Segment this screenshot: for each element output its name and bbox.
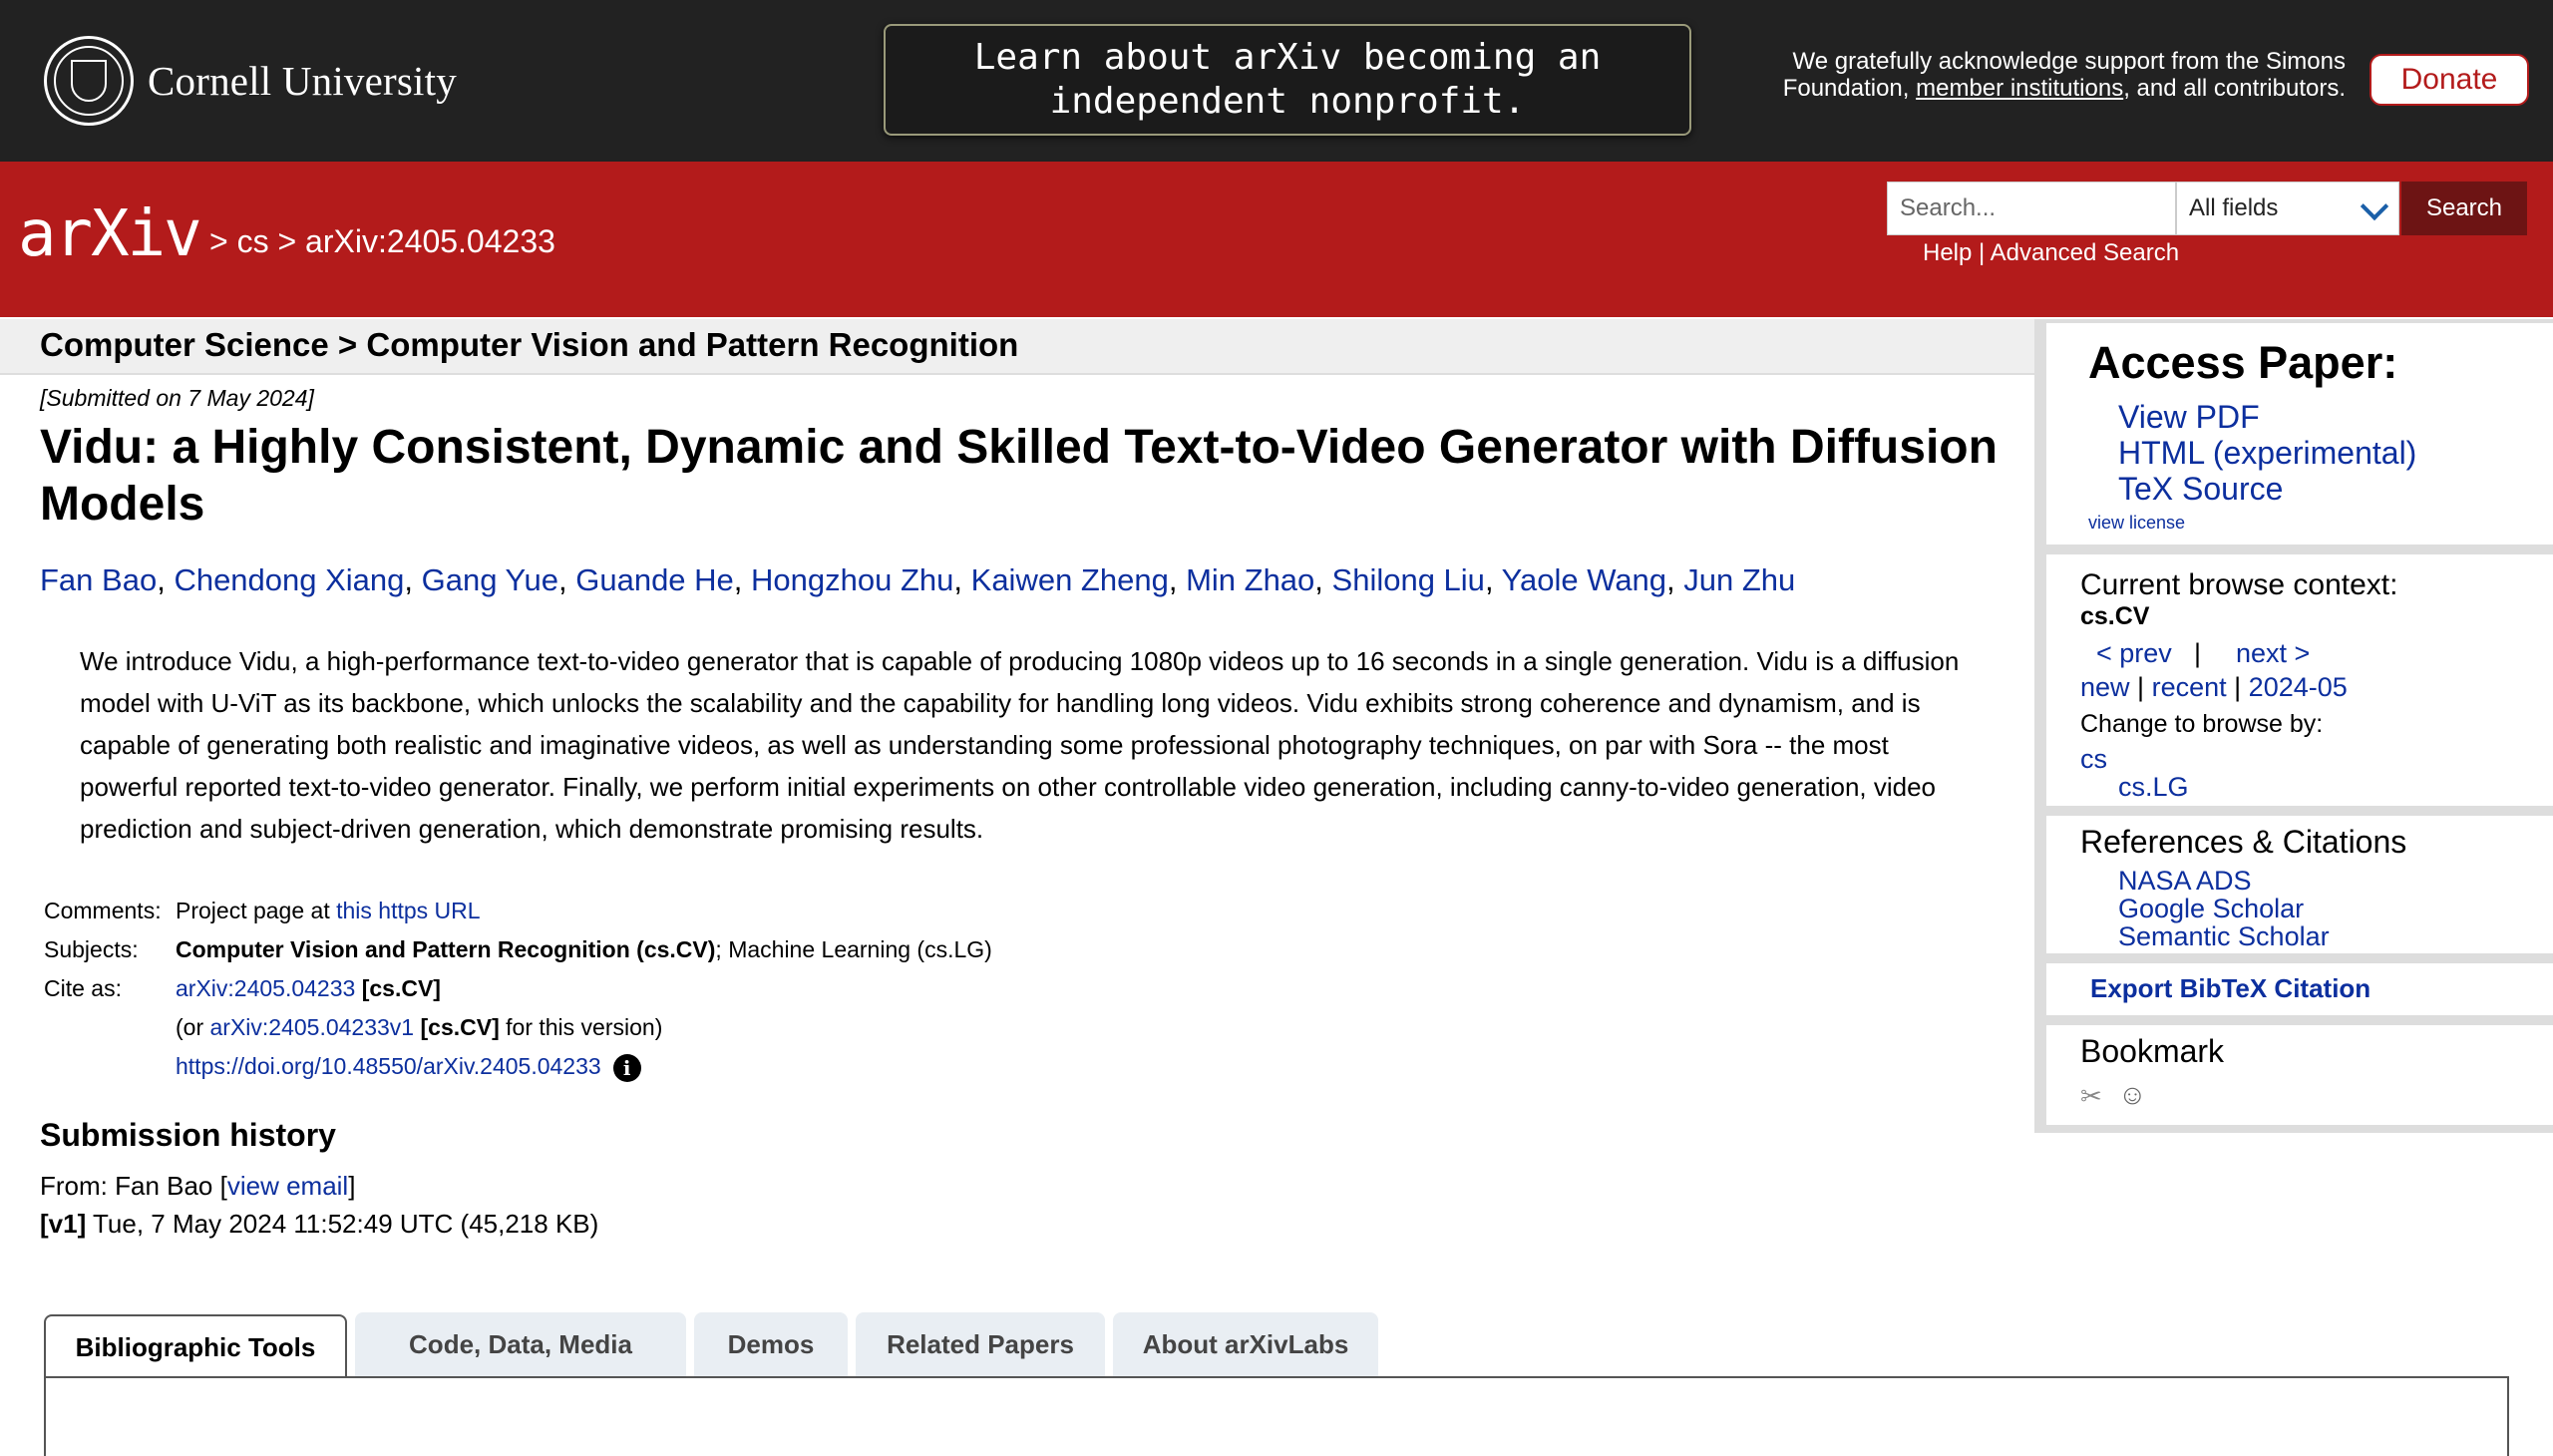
cornell-name: Cornell University — [148, 58, 457, 104]
cite-version-link[interactable]: arXiv:2405.04233v1 — [210, 1014, 415, 1040]
arxiv-logo[interactable]: arXiv — [18, 197, 202, 271]
version-v1: [v1] Tue, 7 May 2024 11:52:49 UTC (45,21… — [40, 1209, 598, 1240]
info-icon[interactable]: i — [612, 1053, 641, 1082]
references-heading: References & Citations — [2080, 824, 2407, 860]
version-text: Tue, 7 May 2024 11:52:49 UTC (45,218 KB) — [86, 1209, 599, 1239]
author-link[interactable]: Guande He — [575, 562, 734, 597]
next-link[interactable]: next > — [2236, 638, 2310, 669]
cornell-logo[interactable]: Cornell University — [44, 36, 457, 126]
browse-separator: | — [2234, 672, 2242, 702]
breadcrumb[interactable]: > cs > arXiv:2405.04233 — [209, 223, 555, 260]
submission-from: From: Fan Bao [view email] — [40, 1171, 355, 1202]
subject-header: Computer Science > Computer Vision and P… — [0, 319, 2034, 375]
reddit-icon[interactable]: ☺ — [2118, 1079, 2147, 1111]
author-link[interactable]: Fan Bao — [40, 562, 157, 597]
comments-label: Comments: — [44, 898, 162, 923]
author-link[interactable]: Chendong Xiang — [174, 562, 404, 597]
from-prefix: From: Fan Bao [ — [40, 1171, 227, 1201]
access-paper-heading: Access Paper: — [2088, 337, 2398, 388]
browse-cslg-link[interactable]: cs.LG — [2118, 772, 2189, 803]
search-field-select[interactable]: All fields — [2176, 182, 2399, 235]
tab-demos[interactable]: Demos — [694, 1312, 848, 1376]
nav-separator: | — [2194, 638, 2202, 668]
from-suffix: ] — [348, 1171, 356, 1201]
search-button[interactable]: Search — [2401, 182, 2527, 235]
export-bibtex-link[interactable]: Export BibTeX Citation — [2090, 973, 2371, 1004]
paper-title: Vidu: a Highly Consistent, Dynamic and S… — [40, 421, 1998, 531]
bibsonomy-icon[interactable]: ✂ — [2080, 1081, 2102, 1112]
tab-panel — [44, 1376, 2509, 1456]
tex-source-link[interactable]: TeX Source — [2118, 471, 2283, 508]
arxiv-logo-text[interactable]: arXiv — [18, 197, 202, 271]
view-license-link[interactable]: view license — [2088, 513, 2185, 534]
sidebar: Access Paper: View PDF HTML (experimenta… — [2034, 319, 2553, 1133]
doi-link[interactable]: https://doi.org/10.48550/arXiv.2405.0423… — [176, 1053, 601, 1079]
search-input[interactable]: Search... — [1887, 182, 2176, 235]
ack-text-end: , and all contributors. — [2123, 75, 2346, 102]
member-institutions-link[interactable]: member institutions — [1916, 75, 2123, 102]
primary-subject: Computer Vision and Pattern Recognition … — [176, 936, 716, 962]
references-box: References & Citations NASA ADS Google S… — [2046, 816, 2553, 953]
comments-text: Project page at — [176, 898, 337, 923]
view-pdf-link[interactable]: View PDF — [2118, 399, 2260, 436]
author-link[interactable]: Kaiwen Zheng — [971, 562, 1169, 597]
view-email-link[interactable]: view email — [227, 1171, 348, 1201]
chevron-down-icon — [2360, 191, 2389, 221]
subjects-label: Subjects: — [44, 936, 139, 962]
browse-cs-link[interactable]: cs — [2080, 744, 2107, 775]
author-link[interactable]: Min Zhao — [1186, 562, 1314, 597]
html-experimental-link[interactable]: HTML (experimental) — [2118, 435, 2416, 472]
prev-link[interactable]: < prev — [2096, 638, 2172, 669]
date-link[interactable]: 2024-05 — [2249, 672, 2348, 702]
field-select-value: All fields — [2189, 194, 2279, 221]
cornell-seal-icon — [44, 36, 134, 126]
author-link[interactable]: Gang Yue — [422, 562, 558, 597]
bookmark-box: Bookmark ✂ ☺ — [2046, 1025, 2553, 1125]
new-link[interactable]: new — [2080, 672, 2130, 702]
author-link[interactable]: Yaole Wang — [1502, 562, 1666, 597]
recent-link[interactable]: recent — [2152, 672, 2227, 702]
donate-button[interactable]: Donate — [2370, 54, 2529, 106]
announcement-text[interactable]: Learn about arXiv becoming an independen… — [886, 36, 1689, 124]
author-link[interactable]: Hongzhou Zhu — [751, 562, 953, 597]
author-list: Fan Bao, Chendong Xiang, Gang Yue, Guand… — [40, 562, 1796, 597]
browse-context: cs.CV — [2080, 602, 2150, 630]
semantic-scholar-link[interactable]: Semantic Scholar — [2118, 921, 2330, 952]
submission-history-heading: Submission history — [40, 1117, 336, 1153]
secondary-subject: ; Machine Learning (cs.LG) — [715, 936, 992, 962]
change-browse-label: Change to browse by: — [2080, 710, 2324, 738]
advanced-search-link[interactable]: Advanced Search — [1991, 239, 2179, 266]
nasa-ads-link[interactable]: NASA ADS — [2118, 866, 2252, 897]
google-scholar-link[interactable]: Google Scholar — [2118, 894, 2304, 924]
author-link[interactable]: Shilong Liu — [1332, 562, 1485, 597]
help-separator: | — [1972, 239, 1991, 266]
cite-version-tag: [cs.CV] — [414, 1014, 500, 1040]
browse-links: new | recent | 2024-05 — [2080, 672, 2348, 703]
tab-bibliographic-tools[interactable]: Bibliographic Tools — [44, 1314, 347, 1378]
abstract: We introduce Vidu, a high-performance te… — [80, 646, 1960, 844]
version-label: [v1] — [40, 1209, 87, 1239]
tab-related-papers[interactable]: Related Papers — [856, 1312, 1105, 1376]
announcement-banner[interactable]: Learn about arXiv becoming an independen… — [884, 24, 1691, 136]
author-link[interactable]: Jun Zhu — [1683, 562, 1795, 597]
export-box: Export BibTeX Citation — [2046, 963, 2553, 1015]
tab-about-arxivlabs[interactable]: About arXivLabs — [1113, 1312, 1378, 1376]
help-links: Help | Advanced Search — [1923, 239, 2179, 267]
support-acknowledgement: We gratefully acknowledge support from t… — [1735, 48, 2346, 102]
tab-code-data-media[interactable]: Code, Data, Media — [355, 1312, 686, 1376]
cite-or-prefix: (or — [176, 1014, 210, 1040]
project-page-link[interactable]: this https URL — [336, 898, 480, 923]
help-link[interactable]: Help — [1923, 239, 1972, 266]
browse-context-box: Current browse context: cs.CV < prev | n… — [2046, 554, 2553, 806]
cite-id-link[interactable]: arXiv:2405.04233 — [176, 975, 355, 1001]
browse-separator: | — [2137, 672, 2145, 702]
access-paper-box: Access Paper: View PDF HTML (experimenta… — [2046, 323, 2553, 545]
cite-tag: [cs.CV] — [355, 975, 441, 1001]
browse-heading: Current browse context: — [2080, 568, 2398, 601]
cite-version-suffix: for this version) — [499, 1014, 663, 1040]
bookmark-heading: Bookmark — [2080, 1033, 2225, 1069]
submitted-date: [Submitted on 7 May 2024] — [40, 385, 314, 411]
cite-label: Cite as: — [44, 975, 122, 1001]
